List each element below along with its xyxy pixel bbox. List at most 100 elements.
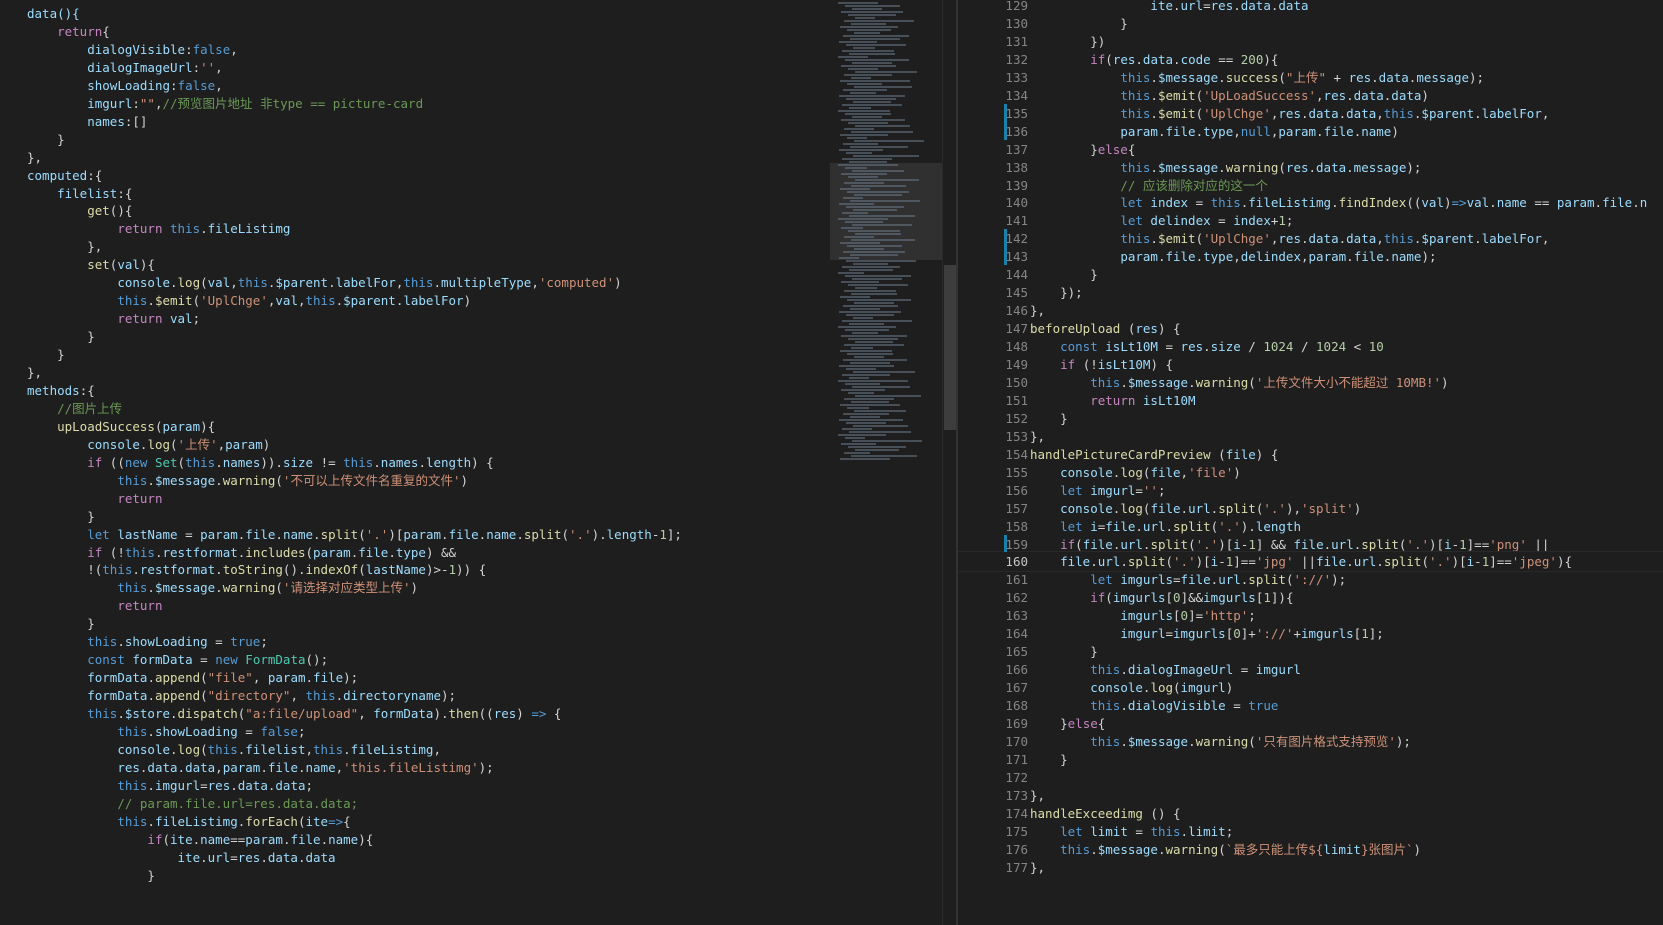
code-line[interactable]: const formData = new FormData(); <box>0 650 830 669</box>
code-line[interactable]: this.showLoading = false; <box>0 722 830 741</box>
code-line[interactable]: ite.url=res.data.data <box>0 848 830 867</box>
code-line[interactable]: 161 let imgurls=file.url.split('://'); <box>958 570 1663 589</box>
code-line[interactable]: 165 } <box>958 642 1663 661</box>
code-line[interactable]: 143 param.file.type,delindex,param.file.… <box>958 247 1663 266</box>
code-line[interactable]: names:[] <box>0 112 830 131</box>
code-line[interactable]: 139 // 应该删除对应的这一个 <box>958 176 1663 195</box>
code-line[interactable]: imgurl:"",//预览图片地址 非type == picture-card <box>0 94 830 113</box>
code-line[interactable]: console.log(this.filelist,this.fileListi… <box>0 740 830 759</box>
code-line[interactable]: return{ <box>0 22 830 41</box>
minimap[interactable] <box>830 0 942 925</box>
code-line[interactable]: 163 imgurls[0]='http'; <box>958 606 1663 625</box>
code-line[interactable]: 131 }) <box>958 32 1663 51</box>
code-line[interactable]: upLoadSuccess(param){ <box>0 417 830 436</box>
scrollbar-thumb[interactable] <box>944 265 956 430</box>
code-line[interactable]: if (!this.restformat.includes(param.file… <box>0 543 830 562</box>
code-line[interactable]: showLoading:false, <box>0 76 830 95</box>
code-line[interactable]: formData.append("directory", this.direct… <box>0 686 830 705</box>
code-line[interactable]: 174 handleExceedimg () { <box>958 804 1663 823</box>
code-line[interactable]: 175 let limit = this.limit; <box>958 822 1663 841</box>
code-line[interactable]: res.data.data,param.file.name,'this.file… <box>0 758 830 777</box>
code-line[interactable]: this.$store.dispatch("a:file/upload", fo… <box>0 704 830 723</box>
code-line[interactable]: formData.append("file", param.file); <box>0 668 830 687</box>
code-line[interactable]: let lastName = param.file.name.split('.'… <box>0 525 830 544</box>
code-line[interactable]: 130 } <box>958 14 1663 33</box>
code-line[interactable]: } <box>0 130 830 149</box>
code-line[interactable]: 152 } <box>958 409 1663 428</box>
code-line[interactable]: return <box>0 596 830 615</box>
code-line[interactable]: return val; <box>0 309 830 328</box>
code-line[interactable]: //图片上传 <box>0 399 830 418</box>
code-line[interactable]: 167 console.log(imgurl) <box>958 678 1663 697</box>
code-line[interactable]: }, <box>0 237 830 256</box>
code-line[interactable]: this.showLoading = true; <box>0 632 830 651</box>
code-line[interactable]: if ((new Set(this.names)).size != this.n… <box>0 453 830 472</box>
code-line[interactable]: 162 if(imgurls[0]&&imgurls[1]){ <box>958 588 1663 607</box>
code-line[interactable]: methods:{ <box>0 381 830 400</box>
code-line[interactable]: 170 this.$message.warning('只有图片格式支持预览'); <box>958 732 1663 751</box>
code-line[interactable]: 156 let imgurl=''; <box>958 481 1663 500</box>
code-line[interactable]: 134 this.$emit('UpLoadSuccess',res.data.… <box>958 86 1663 105</box>
code-line[interactable]: dialogImageUrl:'', <box>0 58 830 77</box>
code-line[interactable]: return <box>0 489 830 508</box>
code-line[interactable]: 154 handlePictureCardPreview (file) { <box>958 445 1663 464</box>
code-line[interactable]: 158 let i=file.url.split('.').length <box>958 517 1663 536</box>
code-line[interactable]: 138 this.$message.warning(res.data.messa… <box>958 158 1663 177</box>
code-line[interactable]: 157 console.log(file.url.split('.'),'spl… <box>958 499 1663 518</box>
code-line[interactable]: 160 file.url.split('.')[i-1]=='jpg' ||fi… <box>958 551 1663 573</box>
code-line[interactable]: } <box>0 866 830 885</box>
code-line[interactable]: 150 this.$message.warning('上传文件大小不能超过 10… <box>958 373 1663 392</box>
code-line[interactable]: 151 return isLt10M <box>958 391 1663 410</box>
vertical-scrollbar[interactable] <box>942 0 957 925</box>
code-line[interactable]: 147 beforeUpload (res) { <box>958 319 1663 338</box>
code-line[interactable]: !(this.restformat.toString().indexOf(las… <box>0 560 830 579</box>
code-line[interactable]: }, <box>0 363 830 382</box>
code-line[interactable]: set(val){ <box>0 255 830 274</box>
code-line[interactable]: 132 if(res.data.code == 200){ <box>958 50 1663 69</box>
code-line[interactable]: } <box>0 507 830 526</box>
code-line[interactable]: 155 console.log(file,'file') <box>958 463 1663 482</box>
code-line[interactable]: 177}, <box>958 858 1663 877</box>
code-line[interactable]: this.$message.warning('不可以上传文件名重复的文件') <box>0 471 830 490</box>
code-line[interactable]: } <box>0 614 830 633</box>
code-line[interactable]: 169 }else{ <box>958 714 1663 733</box>
code-line[interactable]: 145 }); <box>958 283 1663 302</box>
code-line[interactable]: this.$emit('UplChge',val,this.$parent.la… <box>0 291 830 310</box>
code-line[interactable]: 176 this.$message.warning(`最多只能上传${limit… <box>958 840 1663 859</box>
code-line[interactable]: filelist:{ <box>0 184 830 203</box>
code-line[interactable]: get(){ <box>0 201 830 220</box>
code-line[interactable]: dialogVisible:false, <box>0 40 830 59</box>
code-line[interactable]: 129 ite.url=res.data.data <box>958 0 1663 15</box>
code-line[interactable]: 172 <box>958 768 1663 787</box>
code-line[interactable]: 141 let delindex = index+1; <box>958 211 1663 230</box>
code-line[interactable]: this.fileListimg.forEach(ite=>{ <box>0 812 830 831</box>
code-line[interactable]: if(ite.name==param.file.name){ <box>0 830 830 849</box>
code-line[interactable]: }, <box>0 148 830 167</box>
code-line[interactable]: data(){ <box>0 4 830 23</box>
code-line[interactable]: 148 const isLt10M = res.size / 1024 / 10… <box>958 337 1663 356</box>
code-line[interactable]: console.log(val,this.$parent.labelFor,th… <box>0 273 830 292</box>
code-line[interactable]: 140 let index = this.fileListimg.findInd… <box>958 193 1663 212</box>
code-line[interactable]: 136 param.file.type,null,param.file.name… <box>958 122 1663 141</box>
code-line[interactable]: // param.file.url=res.data.data; <box>0 794 830 813</box>
code-line[interactable]: 168 this.dialogVisible = true <box>958 696 1663 715</box>
code-line[interactable]: this.$message.warning('请选择对应类型上传') <box>0 578 830 597</box>
code-line[interactable]: return this.fileListimg <box>0 219 830 238</box>
right-code-editor[interactable]: 129 ite.url=res.data.data 130 } 131 }) 132 … <box>958 0 1663 925</box>
code-line[interactable]: } <box>0 327 830 346</box>
left-code-editor[interactable]: data(){ return{ dialogVisible:false, dia… <box>0 0 830 925</box>
code-line[interactable]: 133 this.$message.success("上传" + res.dat… <box>958 68 1663 87</box>
code-line[interactable]: } <box>0 345 830 364</box>
code-line[interactable]: 166 this.dialogImageUrl = imgurl <box>958 660 1663 679</box>
code-line[interactable]: console.log('上传',param) <box>0 435 830 454</box>
code-line[interactable]: 137 }else{ <box>958 140 1663 159</box>
code-line[interactable]: this.imgurl=res.data.data; <box>0 776 830 795</box>
code-line[interactable]: 135 this.$emit('UplChge',res.data.data,t… <box>958 104 1663 123</box>
code-line[interactable]: computed:{ <box>0 166 830 185</box>
code-line[interactable]: 173}, <box>958 786 1663 805</box>
code-line[interactable]: 159 if(file.url.split('.')[i-1] && file.… <box>958 535 1663 554</box>
code-line[interactable]: 146}, <box>958 301 1663 320</box>
code-line[interactable]: 142 this.$emit('UplChge',res.data.data,t… <box>958 229 1663 248</box>
code-line[interactable]: 153}, <box>958 427 1663 446</box>
code-line[interactable]: 149 if (!isLt10M) { <box>958 355 1663 374</box>
